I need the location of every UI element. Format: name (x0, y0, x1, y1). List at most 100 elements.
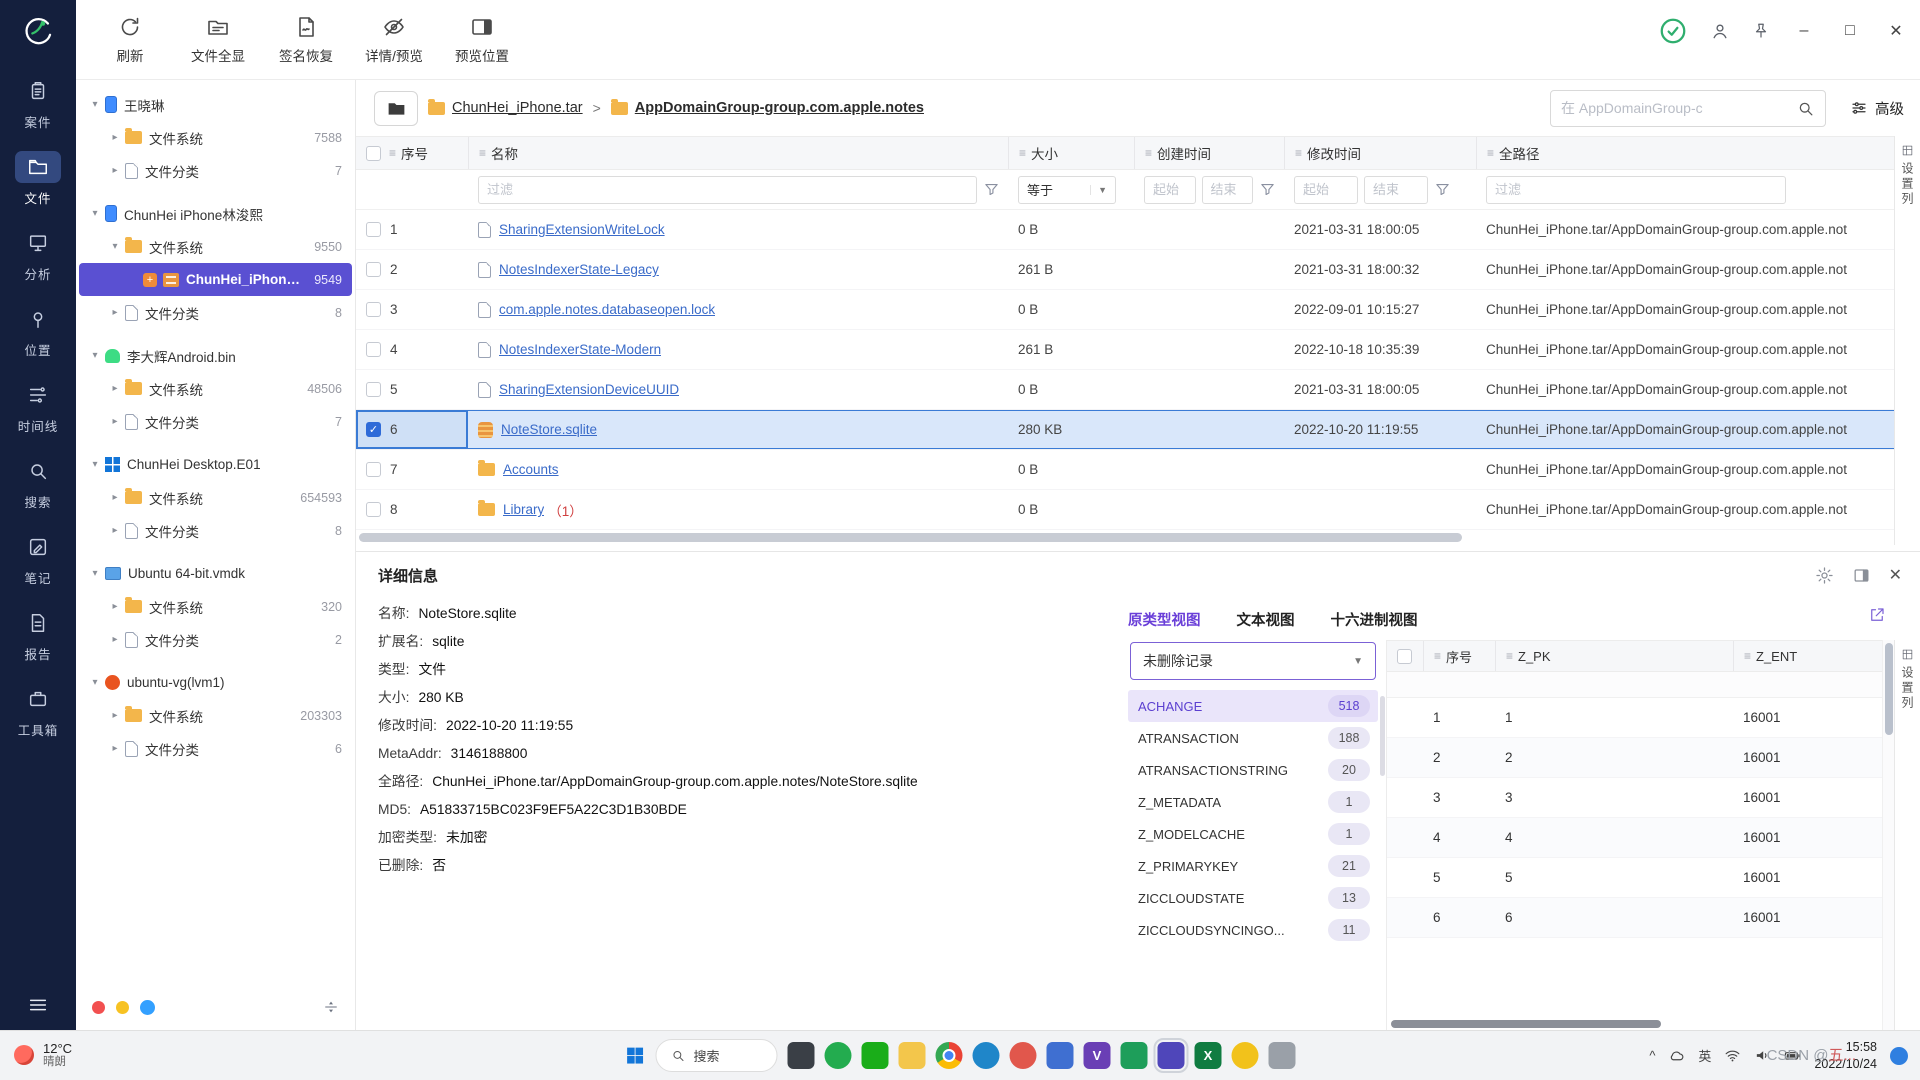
record-row[interactable]: 1116001 (1387, 698, 1882, 738)
scrollbar-thumb[interactable] (359, 533, 1462, 542)
file-link[interactable]: SharingExtensionWriteLock (499, 222, 665, 237)
panel-layout-icon[interactable] (1852, 566, 1871, 585)
sidebar-item-1[interactable]: 案件 (4, 67, 72, 140)
toolbar-button-2[interactable]: 文件全显 (174, 0, 262, 79)
grid-scrollbar-thumb[interactable] (1391, 1020, 1661, 1028)
taskbar-app-icon-5[interactable] (936, 1042, 963, 1069)
record-filter-select[interactable]: 未删除记录 ▼ (1130, 642, 1376, 680)
taskbar-app-icon-10[interactable] (1121, 1042, 1148, 1069)
tree-node[interactable]: ▾ Ubuntu 64-bit.vmdk (79, 557, 352, 590)
tree-chevron-icon[interactable]: ▸ (107, 492, 123, 503)
red-dot-icon[interactable] (92, 1001, 105, 1014)
tree-chevron-icon[interactable]: ▾ (87, 568, 103, 579)
tree-node[interactable]: ▾文件系统9550 (79, 230, 352, 263)
taskbar-app-icon-12[interactable]: X (1195, 1042, 1222, 1069)
record-row[interactable]: 3316001 (1387, 778, 1882, 818)
weather-widget[interactable]: 12°C 晴朗 (0, 1041, 86, 1070)
tree-node[interactable]: ▸文件系统654593 (79, 481, 352, 514)
tree-node-label[interactable]: 文件分类 (145, 412, 327, 432)
volume-icon[interactable] (1754, 1047, 1771, 1064)
tree-chevron-icon[interactable]: ▾ (107, 241, 123, 252)
detail-close-icon[interactable]: ✕ (1889, 565, 1902, 585)
taskbar-clock[interactable]: 15:58 2022/10/24 (1814, 1039, 1877, 1072)
tree-node-label[interactable]: ChunHei iPhone林浚熙 (124, 204, 342, 224)
cloud-icon[interactable] (1668, 1047, 1685, 1064)
row-checkbox[interactable] (366, 382, 381, 397)
sidebar-item-9[interactable]: 工具箱 (4, 675, 72, 748)
row-checkbox[interactable] (366, 262, 381, 277)
sidebar-item-7[interactable]: 笔记 (4, 523, 72, 596)
blue-dot-icon[interactable] (140, 1000, 155, 1015)
tree-node-label[interactable]: 文件分类 (145, 303, 327, 323)
breadcrumb-segment-1[interactable]: ChunHei_iPhone.tar (428, 100, 583, 116)
file-link[interactable]: com.apple.notes.databaseopen.lock (499, 302, 715, 317)
record-row[interactable]: 6616001 (1387, 898, 1882, 938)
tree-node-label[interactable]: 文件分类 (145, 161, 327, 181)
taskbar-app-icon-1[interactable] (788, 1042, 815, 1069)
modified-end-input[interactable] (1364, 176, 1428, 204)
tree-node[interactable]: ▾王晓琳 (79, 88, 352, 121)
filter-funnel-icon[interactable] (983, 181, 1000, 198)
table-row[interactable]: 8Library（1）0 BChunHei_iPhone.tar/AppDoma… (356, 490, 1894, 530)
folder-up-button[interactable] (374, 91, 418, 126)
grid-column-zpk[interactable]: Z_PK (1518, 649, 1551, 664)
tree-node-label[interactable]: 文件分类 (145, 630, 327, 650)
db-table-item[interactable]: ATRANSACTIONSTRING20 (1128, 754, 1378, 786)
tree-chevron-icon[interactable]: ▸ (107, 165, 123, 176)
grid-vscrollbar-thumb[interactable] (1885, 643, 1893, 735)
sidebar-item-8[interactable]: 报告 (4, 599, 72, 672)
user-icon[interactable] (1710, 21, 1730, 41)
tree-node-label[interactable]: ChunHei Desktop.E01 (127, 457, 342, 472)
tree-node[interactable]: ▸文件系统203303 (79, 699, 352, 732)
created-start-input[interactable] (1144, 176, 1196, 204)
size-operator-select[interactable]: 等于▼ (1018, 176, 1116, 204)
db-table-name[interactable]: Z_PRIMARYKEY (1138, 859, 1238, 874)
sidebar-item-2[interactable]: 文件 (4, 143, 72, 216)
tree-chevron-icon[interactable]: ▸ (107, 743, 123, 754)
app-logo[interactable] (0, 0, 76, 64)
grid-column-no[interactable]: 序号 (1446, 647, 1472, 666)
file-link[interactable]: NotesIndexerState-Modern (499, 342, 661, 357)
tree-node-label[interactable]: 文件系统 (149, 128, 306, 148)
file-link[interactable]: Library (503, 502, 544, 517)
row-checkbox[interactable] (366, 302, 381, 317)
sidebar-item-4[interactable]: 位置 (4, 295, 72, 368)
db-table-item[interactable]: ZICCLOUDSYNCINGO...11 (1128, 914, 1378, 946)
tree-node[interactable]: ▾ChunHei iPhone林浚熙 (79, 197, 352, 230)
tree-node-label[interactable]: Ubuntu 64-bit.vmdk (128, 566, 342, 581)
table-row[interactable]: 4NotesIndexerState-Modern261 B2022-10-18… (356, 330, 1894, 370)
file-link[interactable]: NoteStore.sqlite (501, 422, 597, 437)
filter-funnel-icon[interactable] (1434, 181, 1451, 198)
grid-horizontal-scrollbar[interactable] (1387, 1017, 1882, 1030)
tree-chevron-icon[interactable]: ▸ (107, 710, 123, 721)
viewer-tab-2[interactable]: 文本视图 (1237, 609, 1295, 630)
yellow-dot-icon[interactable] (116, 1001, 129, 1014)
grid-vertical-scrollbar[interactable] (1882, 640, 1894, 1030)
toolbar-button-5[interactable]: 预览位置 (438, 0, 526, 79)
table-row[interactable]: 3com.apple.notes.databaseopen.lock0 B202… (356, 290, 1894, 330)
file-link[interactable]: NotesIndexerState-Legacy (499, 262, 659, 277)
tree-node[interactable]: ▸文件分类8 (79, 296, 352, 329)
column-size[interactable]: 大小 (1031, 143, 1058, 163)
viewer-tab-1[interactable]: 原类型视图 (1128, 609, 1201, 630)
tray-expand-icon[interactable]: ^ (1649, 1048, 1655, 1063)
record-row[interactable]: 4416001 (1387, 818, 1882, 858)
toolbar-button-3[interactable]: 签名恢复 (262, 0, 350, 79)
db-table-name[interactable]: ATRANSACTION (1138, 731, 1239, 746)
taskbar-app-icon-7[interactable] (1010, 1042, 1037, 1069)
created-end-input[interactable] (1202, 176, 1254, 204)
tree-node[interactable]: ▸文件分类8 (79, 514, 352, 547)
tree-chevron-icon[interactable]: ▸ (107, 525, 123, 536)
row-checkbox[interactable] (366, 502, 381, 517)
tree-chevron-icon[interactable]: ▾ (87, 677, 103, 688)
db-table-name[interactable]: ZICCLOUDSTATE (1138, 891, 1244, 906)
tree-node-label[interactable]: 文件系统 (149, 379, 299, 399)
tree-node-label[interactable]: 王晓琳 (124, 95, 342, 115)
toolbar-button-1[interactable]: 刷新 (86, 0, 174, 79)
db-table-name[interactable]: Z_METADATA (1138, 795, 1221, 810)
db-table-name[interactable]: ZICCLOUDSYNCINGO... (1138, 923, 1285, 938)
taskbar-app-icon-14[interactable] (1269, 1042, 1296, 1069)
tree-chevron-icon[interactable]: ▾ (87, 459, 103, 470)
taskbar-app-icon-6[interactable] (973, 1042, 1000, 1069)
db-table-item[interactable]: ATRANSACTION188 (1128, 722, 1378, 754)
